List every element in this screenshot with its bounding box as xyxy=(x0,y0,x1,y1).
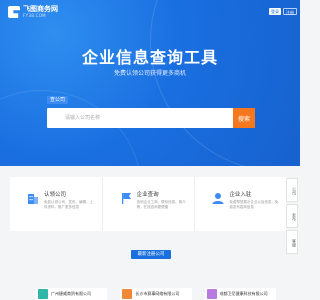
feature-card-claim[interactable]: 认领公司 免费认领公司，发布、编辑、上传资料，推广更多信息 xyxy=(10,177,103,231)
search-tab-company[interactable]: 查公司 xyxy=(47,96,69,104)
company-logo-icon xyxy=(38,289,48,299)
company-name: 成都卫尼健康科技有限公司 xyxy=(219,291,268,296)
feature-title: 企业查询 xyxy=(136,192,159,198)
hero-banner: 飞图商务网 FY38.COM 登录 注册 企业信息查询工具 免费认领公司获得更多… xyxy=(0,0,300,166)
feature-desc: 免费帮您展示企业以及信息，免费发布招商信息 xyxy=(229,200,279,209)
logo-subtext: FY38.COM xyxy=(23,13,46,18)
auth-buttons: 登录 注册 xyxy=(269,8,297,15)
feature-desc: 免费认领公司，发布、编辑、上传资料，推广更多信息 xyxy=(44,200,93,209)
side-toolbar: 公司 发布 客服 xyxy=(286,178,298,256)
logo-text: 飞图商务网 xyxy=(23,5,58,13)
feature-title: 企业入驻 xyxy=(229,192,252,198)
site-logo[interactable]: 飞图商务网 FY38.COM xyxy=(8,6,58,18)
building-icon xyxy=(28,194,38,204)
company-list: 广州捷威商贸有限公司 长沙市赛事网络有限公司 成都卫尼健康科技有限公司 xyxy=(36,288,276,300)
register-button[interactable]: 注册 xyxy=(283,8,297,15)
side-tool-company[interactable]: 公司 xyxy=(286,178,298,202)
company-logo-icon xyxy=(206,289,217,299)
feature-title: 认领公司 xyxy=(44,192,67,198)
feature-card-join[interactable]: 企业入驻 免费帮您展示企业以及信息，免费发布招商信息 xyxy=(195,177,287,231)
hero-subtitle: 免费认领公司获得更多商机 xyxy=(113,70,186,77)
recent-companies-button[interactable]: 最新注册公司 xyxy=(131,250,171,259)
company-item[interactable]: 成都卫尼健康科技有限公司 xyxy=(204,288,276,300)
side-tool-publish[interactable]: 发布 xyxy=(286,204,298,228)
login-button[interactable]: 登录 xyxy=(269,8,281,15)
flag-icon xyxy=(121,193,131,204)
search-input[interactable] xyxy=(47,108,233,128)
side-tool-service[interactable]: 客服 xyxy=(286,230,298,254)
search-button[interactable]: 搜索 xyxy=(233,108,255,128)
feature-cards: 认领公司 免费认领公司，发布、编辑、上传资料，推广更多信息 企业查询 查询企业工… xyxy=(10,177,287,231)
hero-title: 企业信息查询工具 xyxy=(81,48,218,67)
search-box: 搜索 xyxy=(47,108,255,128)
feature-desc: 查询企业工商、联系信息、简介等，在线查询更便捷 xyxy=(136,200,186,209)
company-logo-icon xyxy=(122,289,133,299)
logo-mark-icon xyxy=(8,6,20,18)
user-icon xyxy=(212,193,224,204)
feature-card-query[interactable]: 企业查询 查询企业工商、联系信息、简介等，在线查询更便捷 xyxy=(103,177,196,231)
company-item[interactable]: 长沙市赛事网络有限公司 xyxy=(120,288,192,300)
company-name: 广州捷威商贸有限公司 xyxy=(51,291,91,296)
company-item[interactable]: 广州捷威商贸有限公司 xyxy=(36,288,108,300)
company-name: 长沙市赛事网络有限公司 xyxy=(135,291,180,296)
